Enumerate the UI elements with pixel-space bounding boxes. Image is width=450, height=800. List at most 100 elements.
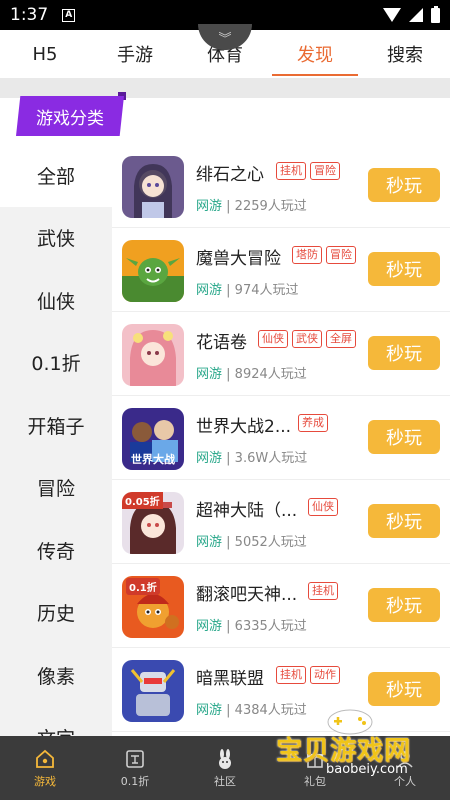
game-row[interactable]: 花语卷 仙侠 武侠 全屏 网游 | 8924人玩过 秒玩 [112, 312, 450, 396]
game-name: 超神大陆（... [196, 501, 298, 521]
sidebar-item-label: 0.1折 [31, 353, 81, 376]
game-name: 暗黑联盟 [196, 669, 264, 689]
game-tags: 塔防 冒险 [292, 246, 356, 264]
play-count: 3.6W人玩过 [234, 451, 308, 466]
sidebar-item-pixel[interactable]: 像素 [0, 644, 112, 707]
sidebar-item-label: 武侠 [36, 228, 75, 251]
tab-label: 搜索 [387, 45, 423, 66]
game-list: 绯石之心 挂机 冒险 网游 | 2259人玩过 秒玩 魔兽大冒险 塔防 冒险 网… [112, 144, 450, 736]
game-tags: 挂机 [308, 582, 338, 600]
discount-label: 0.1折 [126, 578, 160, 595]
nav-discount[interactable]: 0.1折 [90, 736, 180, 800]
sidebar-item-label: 文字 [37, 724, 75, 736]
sidebar-item-adventure[interactable]: 冒险 [0, 457, 112, 520]
sidebar-item-lootbox[interactable]: 开箱子 [0, 394, 112, 457]
home-icon [34, 748, 56, 770]
game-name: 世界大战2... [196, 417, 292, 437]
game-row[interactable]: 绯石之心 挂机 冒险 网游 | 2259人玩过 秒玩 [112, 144, 450, 228]
game-tags: 养成 [298, 414, 328, 432]
game-tags: 挂机 冒险 [276, 162, 340, 180]
nav-gifts[interactable]: 礼包 [270, 736, 360, 800]
tab-h5[interactable]: H5 [0, 30, 90, 78]
game-meta: 网游 | 6335人玩过 [196, 619, 307, 634]
sidebar-item-label: 全部 [36, 165, 75, 188]
game-tag: 挂机 [276, 162, 306, 180]
nav-label: 社区 [214, 774, 236, 788]
sidebar-item-discount[interactable]: 0.1折 [0, 332, 112, 395]
game-tag: 挂机 [276, 666, 306, 684]
anime-girl-icon[interactable] [122, 156, 184, 218]
anime-girl-icon[interactable]: 0.05折 [122, 492, 184, 554]
game-meta: 网游 | 2259人玩过 [196, 199, 307, 214]
game-row[interactable]: 世界大战 世界大战2... 养成 网游 | 3.6W人玩过 秒玩 [112, 396, 450, 480]
sidebar-item-label: 历史 [36, 603, 75, 626]
sidebar-item-text[interactable]: 文字 [0, 707, 112, 736]
nav-label: 礼包 [304, 774, 326, 788]
sidebar-item-history[interactable]: 历史 [0, 582, 112, 645]
sidebar-item-label: 仙侠 [36, 290, 75, 313]
game-row[interactable]: 0.05折 超神大陆（... 仙侠 网游 | 5052人玩过 秒玩 [112, 480, 450, 564]
sidebar-item-label: 冒险 [36, 478, 75, 501]
game-category: 网游 [196, 451, 223, 466]
status-time: 1:37 [10, 5, 49, 25]
game-category: 网游 [196, 367, 223, 382]
game-category: 网游 [196, 283, 223, 298]
play-button[interactable]: 秒玩 [368, 672, 440, 706]
game-tag: 塔防 [292, 246, 322, 264]
sidebar-item-all[interactable]: 全部 [0, 144, 112, 207]
game-meta: 网游 | 3.6W人玩过 [196, 451, 308, 466]
flower-girl-icon[interactable] [122, 324, 184, 386]
goblin-icon[interactable] [122, 240, 184, 302]
play-button[interactable]: 秒玩 [368, 336, 440, 370]
discount-icon [124, 748, 146, 770]
game-row[interactable]: 0.1折 翻滚吧天神... 挂机 网游 | 6335人玩过 秒玩 [112, 564, 450, 648]
game-name: 花语卷 [196, 333, 247, 353]
nav-profile[interactable]: 个人 [360, 736, 450, 800]
sidebar-item-wuxia[interactable]: 武侠 [0, 207, 112, 270]
game-tag: 冒险 [310, 162, 340, 180]
nav-label: 0.1折 [120, 774, 150, 788]
robot-icon[interactable] [122, 660, 184, 722]
sidebar-item-label: 传奇 [36, 540, 75, 563]
game-tag: 武侠 [292, 330, 322, 348]
game-category: 网游 [196, 535, 223, 550]
play-button[interactable]: 秒玩 [368, 252, 440, 286]
nav-community[interactable]: 社区 [180, 736, 270, 800]
game-name: 绯石之心 [196, 165, 264, 185]
sidebar-item-xianxia[interactable]: 仙侠 [0, 269, 112, 332]
soccer-icon[interactable]: 世界大战 [122, 408, 184, 470]
play-button[interactable]: 秒玩 [368, 168, 440, 202]
bottom-nav: 游戏 0.1折 社区 礼包 个人 [0, 736, 450, 800]
play-button[interactable]: 秒玩 [368, 420, 440, 454]
game-tag: 仙侠 [258, 330, 288, 348]
chevron-down-icon: ︾ [218, 32, 232, 47]
game-tag: 全屏 [326, 330, 356, 348]
user-icon [394, 748, 416, 770]
tab-label: 发现 [297, 45, 333, 66]
game-category: 网游 [196, 703, 223, 718]
tab-discover[interactable]: 发现 [270, 30, 360, 78]
play-button[interactable]: 秒玩 [368, 588, 440, 622]
game-name: 魔兽大冒险 [196, 249, 281, 269]
battery-icon [431, 5, 440, 23]
game-meta: 网游 | 4384人玩过 [196, 703, 307, 718]
game-name: 翻滚吧天神... [196, 585, 298, 605]
nav-label: 游戏 [34, 774, 56, 788]
game-row[interactable]: 魔兽大冒险 塔防 冒险 网游 | 974人玩过 秒玩 [112, 228, 450, 312]
sidebar-item-legend[interactable]: 传奇 [0, 519, 112, 582]
game-tag: 挂机 [308, 582, 338, 600]
tab-mobile-games[interactable]: 手游 [90, 30, 180, 78]
gift-icon [304, 748, 326, 770]
category-sidebar: 全部 武侠 仙侠 0.1折 开箱子 冒险 传奇 历史 像素 文字 [0, 144, 112, 736]
tab-search[interactable]: 搜索 [360, 30, 450, 78]
cartoon-hero-icon[interactable]: 0.1折 [122, 576, 184, 638]
notification-icon: A [62, 8, 76, 22]
play-button[interactable]: 秒玩 [368, 504, 440, 538]
play-count: 8924人玩过 [234, 367, 307, 382]
nav-games[interactable]: 游戏 [0, 736, 90, 800]
sidebar-item-label: 像素 [36, 665, 75, 688]
game-row[interactable]: 暗黑联盟 挂机 动作 网游 | 4384人玩过 秒玩 [112, 648, 450, 732]
tab-label: 手游 [117, 45, 153, 66]
nav-label: 个人 [394, 774, 416, 788]
game-meta: 网游 | 8924人玩过 [196, 367, 307, 382]
